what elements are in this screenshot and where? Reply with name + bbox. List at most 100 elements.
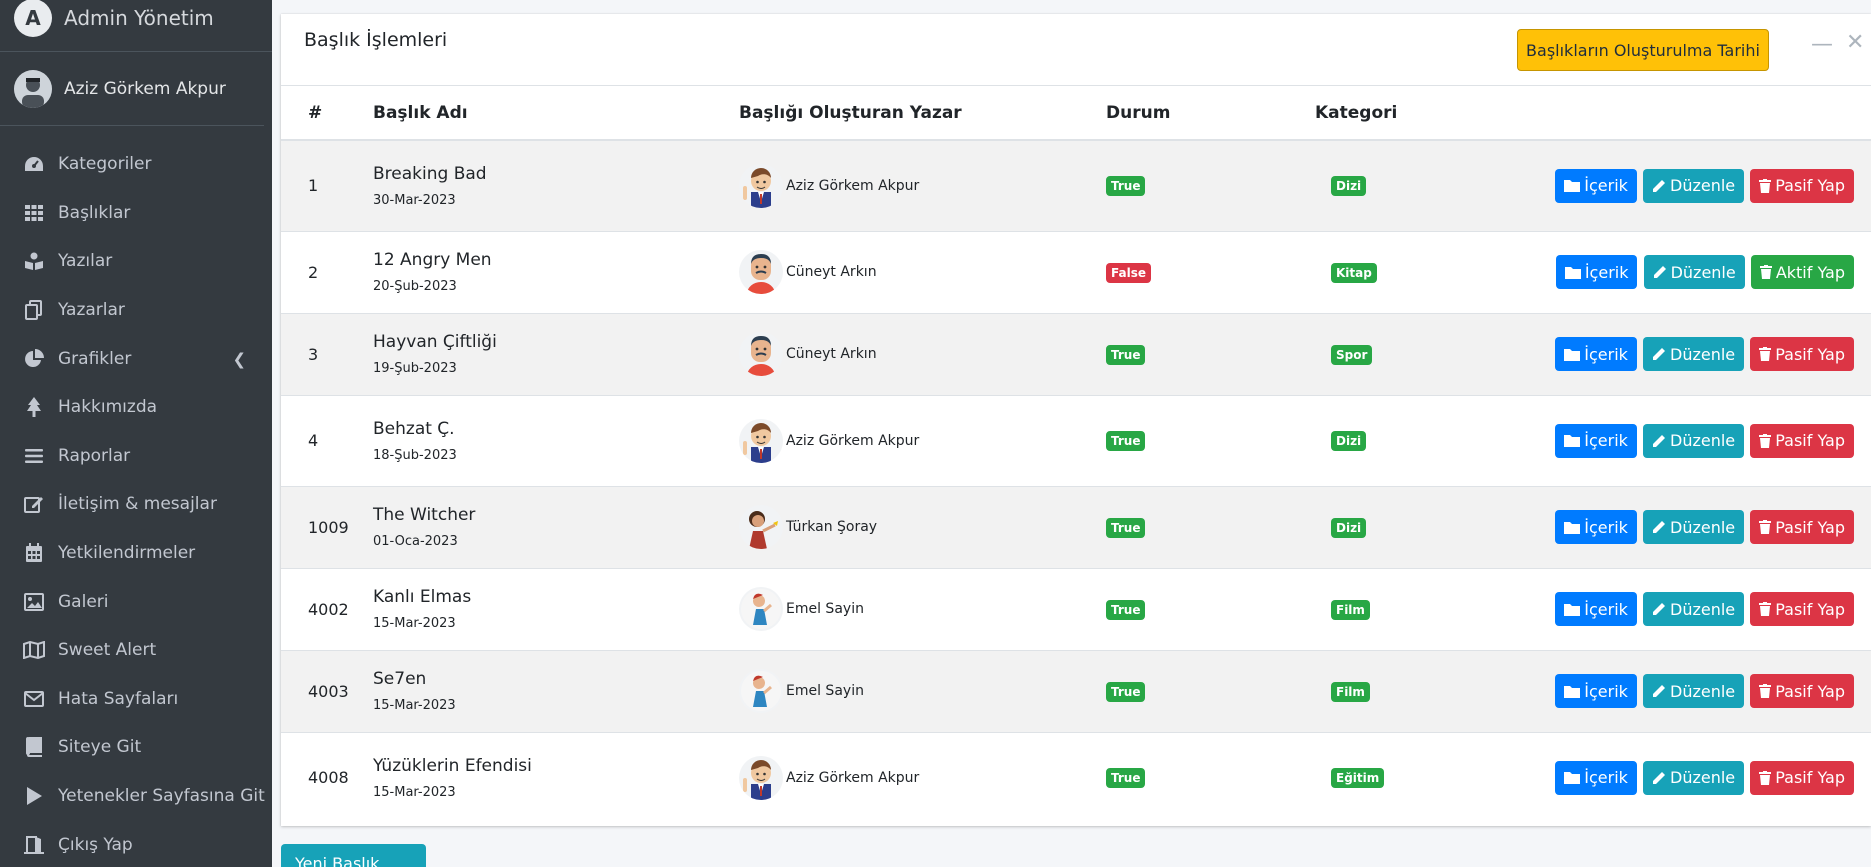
row-author-cell: Emel Sayin [739,650,1106,732]
status-badge: True [1106,176,1146,197]
brand-link[interactable]: A Admin Yönetim [0,0,272,52]
toggle-status-button[interactable]: Pasif Yap [1750,674,1854,708]
row-title-cell: Se7en 15-Mar-2023 [373,650,739,732]
sidebar-item-label: Çıkış Yap [58,834,133,855]
sidebar-item-cikis[interactable]: Çıkış Yap [0,820,272,867]
column-header-status: Durum [1106,102,1171,123]
sidebar-item-raporlar[interactable]: Raporlar [0,432,272,481]
content-button[interactable]: İçerik [1555,510,1637,544]
creation-date-button[interactable]: Başlıkların Oluşturulma Tarihi [1517,29,1769,71]
row-author-cell: Cüneyt Arkın [739,313,1106,395]
content-button[interactable]: İçerik [1555,423,1637,458]
edit-button[interactable]: Düzenle [1643,510,1745,544]
content-button-label: İçerik [1584,517,1628,537]
edit-button[interactable]: Düzenle [1643,255,1745,289]
sidebar-item-label: Hata Sayfaları [58,688,179,709]
status-badge: False [1106,262,1151,283]
tree-icon [22,396,46,418]
content-button[interactable]: İçerik [1555,674,1637,708]
toggle-status-label: Pasif Yap [1775,431,1845,450]
row-date: 20-Şub-2023 [373,279,457,294]
row-title-cell: Kanlı Elmas 15-Mar-2023 [373,568,739,650]
row-category-cell: Film [1315,568,1460,650]
sidebar-item-label: Yetkilendirmeler [58,543,196,564]
author-avatar [739,755,783,800]
toggle-status-button[interactable]: Pasif Yap [1750,168,1854,203]
sidebar-nav: Kategoriler Başlıklar Yazılar Yazarlar G… [0,126,272,867]
content-button[interactable]: İçerik [1555,255,1638,289]
content-button[interactable]: İçerik [1555,337,1637,371]
edit-button[interactable]: Düzenle [1643,337,1745,371]
edit-button-label: Düzenle [1670,768,1736,788]
content-button[interactable]: İçerik [1555,760,1637,795]
sidebar-item-label: Grafikler [58,348,132,369]
column-header-actions [1460,86,1871,140]
toggle-status-label: Pasif Yap [1775,517,1845,537]
add-heading-button[interactable]: Yeni Başlık Ekle [281,844,426,867]
headings-card: Başlık İşlemleri Başlıkların Oluşturulma… [281,14,1871,826]
category-badge: Dizi [1331,517,1367,538]
sidebar: A Admin Yönetim Aziz Görkem Akpur Katego… [0,0,272,867]
row-title: 12 Angry Men [373,250,492,270]
author-avatar [739,332,783,376]
sidebar-item-grafikler[interactable]: Grafikler ❮ [0,334,272,383]
row-actions: İçerik Düzenle Pasif Yap [1460,732,1871,823]
status-badge: True [1106,517,1146,538]
content-button[interactable]: İçerik [1555,592,1637,626]
row-title: Se7en [373,669,427,689]
minimize-icon[interactable]: — [1811,32,1833,57]
toggle-status-button[interactable]: Pasif Yap [1750,592,1854,626]
toggle-status-button[interactable]: Pasif Yap [1750,337,1854,371]
row-title: Behzat Ç. [373,418,455,439]
row-category-cell: Dizi [1315,486,1460,568]
toggle-status-label: Pasif Yap [1775,599,1845,619]
toggle-status-button[interactable]: Aktif Yap [1750,255,1854,289]
table-row: 3 Hayvan Çiftliği 19-Şub-2023 Cüneyt Arkın T… [281,313,1871,395]
grid-icon [22,202,46,224]
row-id: 2 [308,262,319,282]
edit-button[interactable]: Düzenle [1643,592,1745,626]
row-title-cell: 12 Angry Men 20-Şub-2023 [373,231,739,313]
row-status-cell: False [1106,231,1315,313]
sidebar-item-galeri[interactable]: Galeri [0,577,272,626]
pie-chart-icon [22,348,46,370]
sidebar-item-sweet-alert[interactable]: Sweet Alert [0,626,272,675]
column-header-category: Kategori [1315,102,1398,123]
content-button-label: İçerik [1584,681,1628,701]
brand-title: Admin Yönetim [64,5,214,30]
edit-button-label: Düzenle [1670,176,1736,196]
sidebar-item-iletisim[interactable]: İletişim & mesajlar [0,480,272,529]
sidebar-item-kategoriler[interactable]: Kategoriler [0,140,272,189]
sidebar-item-yazarlar[interactable]: Yazarlar [0,286,272,335]
row-title-cell: Breaking Bad 30-Mar-2023 [373,140,739,231]
sidebar-item-yetenekler[interactable]: Yetenekler Sayfasına Git [0,772,272,821]
edit-button-label: Düzenle [1670,681,1736,701]
user-panel[interactable]: Aziz Görkem Akpur [0,52,264,126]
content-button[interactable]: İçerik [1555,168,1637,203]
edit-button[interactable]: Düzenle [1643,674,1745,708]
status-badge: True [1106,431,1146,451]
row-title-cell: Behzat Ç. 18-Şub-2023 [373,395,739,486]
sidebar-item-hata-sayfalari[interactable]: Hata Sayfaları [0,675,272,724]
trash-icon [1759,265,1772,279]
toggle-status-button[interactable]: Pasif Yap [1750,760,1854,795]
table-row: 1 Breaking Bad 30-Mar-2023 Aziz Görkem Akpu… [281,140,1871,231]
close-icon[interactable]: ✕ [1846,30,1864,55]
author-avatar [739,163,783,208]
row-category-cell: Film [1315,650,1460,732]
sidebar-item-siteye-git[interactable]: Siteye Git [0,723,272,772]
edit-button[interactable]: Düzenle [1643,423,1745,458]
author-avatar [739,669,783,713]
sidebar-item-hakkimizda[interactable]: Hakkımızda [0,383,272,432]
sidebar-item-basliklar[interactable]: Başlıklar [0,189,272,238]
author-name: Aziz Görkem Akpur [786,177,920,194]
toggle-status-button[interactable]: Pasif Yap [1750,423,1854,458]
edit-button[interactable]: Düzenle [1643,760,1745,795]
sidebar-item-yazilar[interactable]: Yazılar [0,237,272,286]
toggle-status-button[interactable]: Pasif Yap [1750,510,1854,544]
edit-button[interactable]: Düzenle [1643,168,1745,203]
row-title-cell: The Witcher 01-Oca-2023 [373,486,739,568]
folder-icon [1564,348,1581,361]
sidebar-item-yetkilendirmeler[interactable]: Yetkilendirmeler [0,529,272,578]
book-reader-icon [22,250,46,272]
